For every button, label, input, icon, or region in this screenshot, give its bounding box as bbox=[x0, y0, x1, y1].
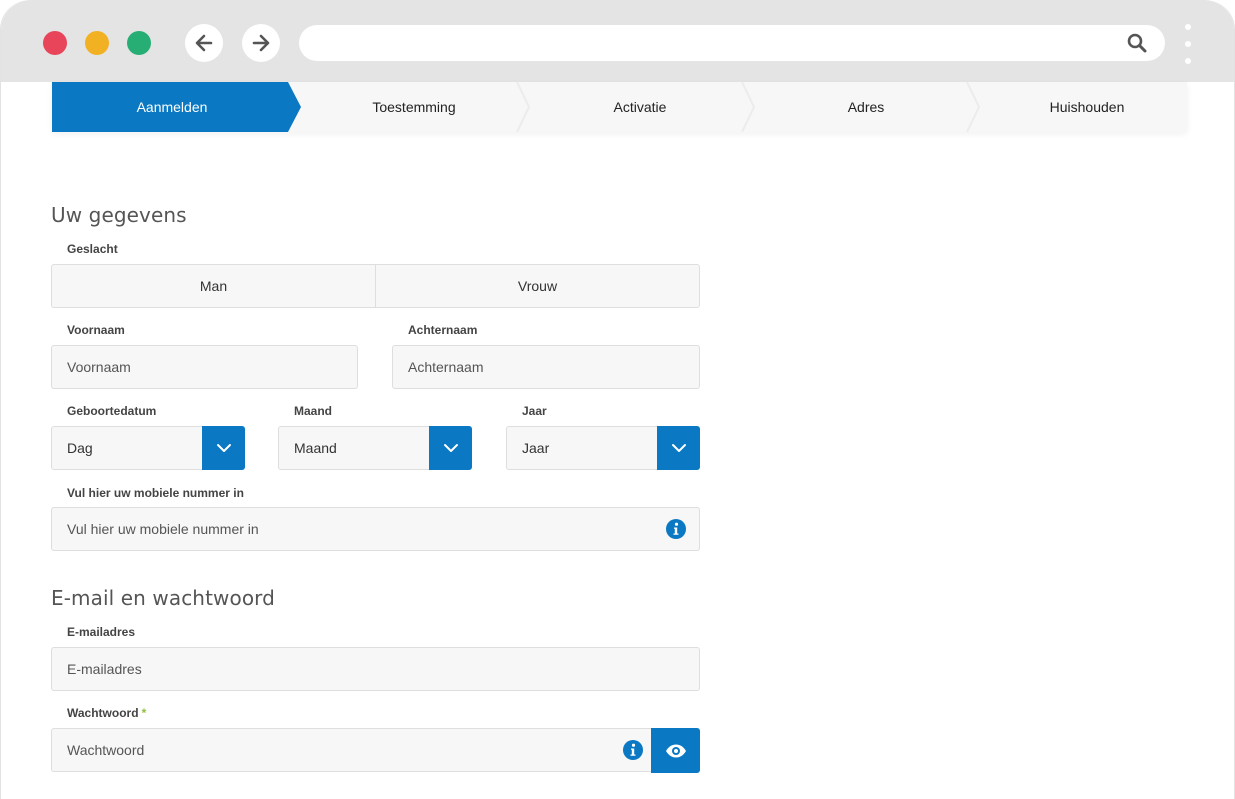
arrow-right-icon bbox=[252, 34, 270, 52]
step-activatie[interactable]: Activatie bbox=[530, 82, 750, 132]
step-adres[interactable]: Adres bbox=[756, 82, 976, 132]
minimize-window-button[interactable] bbox=[85, 31, 109, 55]
firstname-field[interactable]: Voornaam bbox=[51, 345, 358, 389]
step-aanmelden[interactable]: Aanmelden bbox=[52, 82, 302, 132]
step-huishouden[interactable]: Huishouden bbox=[977, 82, 1197, 132]
gender-option-vrouw[interactable]: Vrouw bbox=[375, 265, 699, 307]
birth-day-select[interactable]: Dag bbox=[51, 426, 245, 470]
email-field[interactable]: E-mailadres bbox=[51, 647, 700, 691]
email-label: E-mailadres bbox=[67, 625, 136, 639]
birth-year-select[interactable]: Jaar bbox=[506, 426, 700, 470]
chevron-down-icon bbox=[443, 444, 458, 452]
step-label: Aanmelden bbox=[136, 99, 208, 115]
birth-month-value: Maand bbox=[294, 440, 337, 456]
password-placeholder: Wachtwoord bbox=[67, 742, 145, 758]
step-label: Adres bbox=[847, 99, 885, 115]
search-icon[interactable] bbox=[1127, 33, 1147, 53]
birth-month-dropdown-button[interactable] bbox=[429, 426, 472, 470]
arrow-left-icon bbox=[195, 34, 213, 52]
step-label: Activatie bbox=[613, 99, 667, 115]
browser-window: Aanmelden Toestemming Activatie Adres Hu… bbox=[0, 0, 1235, 799]
close-window-button[interactable] bbox=[43, 31, 67, 55]
password-label: Wachtwoord * bbox=[67, 706, 146, 720]
chevron-down-icon bbox=[671, 444, 686, 452]
required-mark: * bbox=[141, 706, 147, 720]
birth-year-value: Jaar bbox=[522, 440, 550, 456]
info-icon[interactable] bbox=[623, 740, 643, 760]
birth-day-dropdown-button[interactable] bbox=[202, 426, 245, 470]
section-title-account: E-mail en wachtwoord bbox=[51, 586, 275, 610]
mobile-label: Vul hier uw mobiele nummer in bbox=[67, 486, 244, 500]
password-label-text: Wachtwoord bbox=[67, 706, 139, 720]
more-menu-icon[interactable] bbox=[1182, 24, 1194, 64]
show-password-button[interactable] bbox=[651, 728, 700, 773]
address-bar[interactable] bbox=[299, 25, 1165, 61]
eye-icon bbox=[665, 744, 686, 757]
birth-day-value: Dag bbox=[67, 440, 93, 456]
mobile-field[interactable]: Vul hier uw mobiele nummer in bbox=[51, 507, 700, 551]
step-label: Huishouden bbox=[1049, 99, 1125, 115]
birth-year-label: Jaar bbox=[522, 404, 547, 418]
maximize-window-button[interactable] bbox=[127, 31, 151, 55]
email-placeholder: E-mailadres bbox=[67, 661, 142, 677]
mobile-placeholder: Vul hier uw mobiele nummer in bbox=[67, 521, 259, 537]
firstname-placeholder: Voornaam bbox=[67, 359, 131, 375]
lastname-field[interactable]: Achternaam bbox=[392, 345, 700, 389]
back-button[interactable] bbox=[185, 24, 223, 62]
lastname-placeholder: Achternaam bbox=[408, 359, 484, 375]
birth-month-label: Maand bbox=[294, 404, 333, 418]
registration-stepper: Aanmelden Toestemming Activatie Adres Hu… bbox=[52, 82, 1187, 132]
step-toestemming[interactable]: Toestemming bbox=[304, 82, 524, 132]
browser-toolbar bbox=[1, 0, 1234, 82]
firstname-label: Voornaam bbox=[67, 323, 125, 337]
birth-year-dropdown-button[interactable] bbox=[657, 426, 700, 470]
info-icon[interactable] bbox=[666, 519, 686, 539]
birthdate-label: Geboortedatum bbox=[67, 404, 157, 418]
gender-toggle: Man Vrouw bbox=[51, 264, 700, 308]
section-title-personal: Uw gegevens bbox=[51, 203, 187, 227]
birth-month-select[interactable]: Maand bbox=[278, 426, 472, 470]
password-field[interactable]: Wachtwoord bbox=[51, 728, 700, 772]
chevron-down-icon bbox=[216, 444, 231, 452]
lastname-label: Achternaam bbox=[408, 323, 478, 337]
gender-label: Geslacht bbox=[67, 242, 118, 256]
step-label: Toestemming bbox=[372, 99, 456, 115]
forward-button[interactable] bbox=[242, 24, 280, 62]
gender-option-man[interactable]: Man bbox=[52, 265, 375, 307]
